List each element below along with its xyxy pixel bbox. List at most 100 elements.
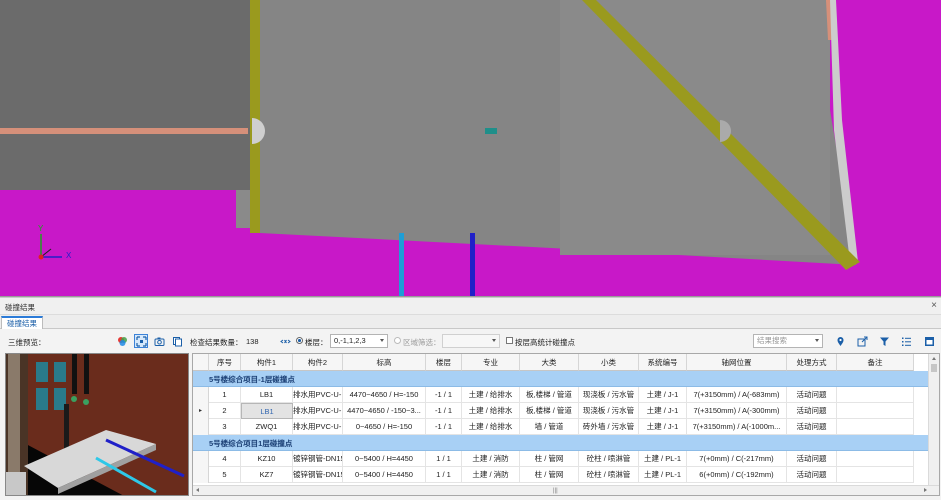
scroll-right-icon[interactable] [924, 488, 927, 492]
table-cell[interactable]: 排水用PVC-U-... [293, 387, 343, 403]
table-cell[interactable]: 6(+0mm) / C(-192mm) [687, 467, 787, 483]
table-cell[interactable]: 镀锌钢管-DN150 [293, 451, 343, 467]
fit-icon[interactable] [134, 334, 148, 348]
table-cell[interactable]: 7(+3150mm) / A(-1000m... [687, 419, 787, 435]
table-cell[interactable]: 0~5400 / H=4450 [343, 467, 426, 483]
table-cell[interactable]: 土建 / 消防 [462, 467, 520, 483]
link-icon[interactable] [278, 334, 292, 348]
table-cell[interactable]: 土建 / J-1 [639, 419, 687, 435]
list-icon[interactable] [899, 334, 913, 348]
table-cell[interactable]: 砼柱 / 喷淋管 [579, 467, 639, 483]
scroll-thumb[interactable] [931, 364, 937, 372]
result-search-input[interactable]: 结果搜索 [753, 334, 823, 348]
table-cell[interactable]: 土建 / PL-1 [639, 451, 687, 467]
scroll-grip-icon[interactable]: ||| [553, 488, 558, 494]
table-cell[interactable]: 土建 / 给排水 [462, 387, 520, 403]
collision-marker[interactable] [485, 128, 497, 134]
column-header[interactable]: 备注 [837, 354, 914, 371]
table-cell[interactable]: 2 [209, 403, 241, 419]
table-cell[interactable]: 镀锌钢管-DN150 [293, 467, 343, 483]
table-cell[interactable]: 7(+0mm) / C(-217mm) [687, 451, 787, 467]
group-row[interactable]: 5号楼综合项目-1层碰撞点 [193, 371, 929, 387]
region-radio[interactable] [394, 337, 401, 344]
copy-icon[interactable] [170, 334, 184, 348]
table-cell[interactable] [837, 467, 914, 483]
3d-preview[interactable] [5, 353, 189, 496]
table-cell[interactable] [837, 451, 914, 467]
table-cell[interactable]: 活动问题 [787, 467, 837, 483]
table-cell[interactable]: 活动问题 [787, 451, 837, 467]
table-cell[interactable]: 活动问题 [787, 419, 837, 435]
table-cell[interactable]: 7(+3150mm) / A(-683mm) [687, 387, 787, 403]
vertical-scrollbar[interactable] [928, 354, 939, 487]
color-icon[interactable] [115, 334, 129, 348]
location-icon[interactable] [833, 334, 847, 348]
column-header[interactable]: 系统编号 [639, 354, 687, 371]
camera-icon[interactable] [152, 334, 166, 348]
table-cell[interactable]: 排水用PVC-U-... [293, 419, 343, 435]
table-cell[interactable]: LB1 [241, 387, 293, 403]
group-row[interactable]: 5号楼综合项目1层碰撞点 [193, 435, 929, 451]
table-cell[interactable]: 土建 / 消防 [462, 451, 520, 467]
column-header[interactable]: 构件2 [293, 354, 343, 371]
row-indicator[interactable] [193, 451, 209, 467]
scroll-up-icon[interactable] [932, 357, 936, 360]
table-cell[interactable]: 现浇板 / 污水管 [579, 387, 639, 403]
table-cell[interactable]: 土建 / 给排水 [462, 403, 520, 419]
table-row[interactable]: 1 LB1 排水用PVC-U-... 4470~4650 / H=-150 -1 / 1… [193, 387, 929, 403]
row-indicator[interactable] [193, 387, 209, 403]
scroll-left-icon[interactable] [196, 488, 199, 492]
table-cell[interactable]: 4470~4650 / H=-150 [343, 387, 426, 403]
table-cell[interactable]: 土建 / PL-1 [639, 467, 687, 483]
table-cell[interactable]: 活动问题 [787, 403, 837, 419]
filter-icon[interactable] [877, 334, 891, 348]
table-cell[interactable]: 土建 / J-1 [639, 387, 687, 403]
row-indicator[interactable] [193, 467, 209, 483]
table-cell[interactable]: 墙 / 管道 [520, 419, 579, 435]
table-cell[interactable]: 柱 / 管网 [520, 451, 579, 467]
table-cell[interactable]: 排水用PVC-U-... [293, 403, 343, 419]
column-header[interactable]: 专业 [462, 354, 520, 371]
report-icon[interactable] [922, 334, 936, 348]
table-cell[interactable]: 土建 / 给排水 [462, 419, 520, 435]
table-cell[interactable]: 1 / 1 [426, 451, 462, 467]
row-indicator[interactable]: ▸ [193, 403, 209, 419]
table-cell[interactable]: 活动问题 [787, 387, 837, 403]
export-icon[interactable] [855, 334, 869, 348]
column-header[interactable]: 处理方式 [787, 354, 837, 371]
table-row[interactable]: 4KZ10镀锌钢管-DN1500~5400 / H=44501 / 1土建 / … [193, 451, 929, 467]
table-cell[interactable]: 现浇板 / 污水管 [579, 403, 639, 419]
table-cell[interactable] [837, 403, 914, 419]
table-cell[interactable]: -1 / 1 [426, 403, 462, 419]
table-cell[interactable]: 柱 / 管网 [520, 467, 579, 483]
table-cell[interactable]: 土建 / J-1 [639, 403, 687, 419]
table-cell[interactable]: 砖外墙 / 污水管 [579, 419, 639, 435]
column-header[interactable]: 轴网位置 [687, 354, 787, 371]
table-cell[interactable]: 4 [209, 451, 241, 467]
table-cell[interactable]: KZ7 [241, 467, 293, 483]
table-cell[interactable]: 0~5400 / H=4450 [343, 451, 426, 467]
row-indicator[interactable] [193, 419, 209, 435]
horizontal-scrollbar[interactable]: ||| [193, 485, 939, 495]
region-select[interactable] [442, 334, 500, 348]
column-header[interactable]: 楼层 [426, 354, 462, 371]
table-cell[interactable]: KZ10 [241, 451, 293, 467]
table-cell[interactable]: 1 / 1 [426, 467, 462, 483]
panel-close-icon[interactable]: × [931, 300, 937, 311]
table-cell[interactable]: 砼柱 / 喷淋管 [579, 451, 639, 467]
table-cell[interactable]: -1 / 1 [426, 387, 462, 403]
table-cell[interactable]: 3 [209, 419, 241, 435]
floor-select[interactable]: 0,-1,1,2,3 [330, 334, 388, 348]
tab-collision-result[interactable]: 碰撞结果 [1, 316, 43, 329]
table-row[interactable]: 3 ZWQ1 排水用PVC-U-... 0~4650 / H=-150 -1 / 1 土建… [193, 419, 929, 435]
floor-radio[interactable] [296, 337, 303, 344]
table-row[interactable]: ▸ 2 LB1 排水用PVC-U-... 4470~4650 / -150~3... -1… [193, 403, 929, 419]
3d-viewport[interactable]: Y X [0, 0, 941, 297]
table-cell[interactable]: 板,楼梯 / 管道 [520, 403, 579, 419]
column-header[interactable]: 构件1 [241, 354, 293, 371]
table-cell[interactable]: 5 [209, 467, 241, 483]
table-cell[interactable]: ZWQ1 [241, 419, 293, 435]
table-row[interactable]: 5KZ7镀锌钢管-DN1500~5400 / H=44501 / 1土建 / 消… [193, 467, 929, 483]
column-header[interactable]: 小类 [579, 354, 639, 371]
table-cell[interactable] [837, 419, 914, 435]
